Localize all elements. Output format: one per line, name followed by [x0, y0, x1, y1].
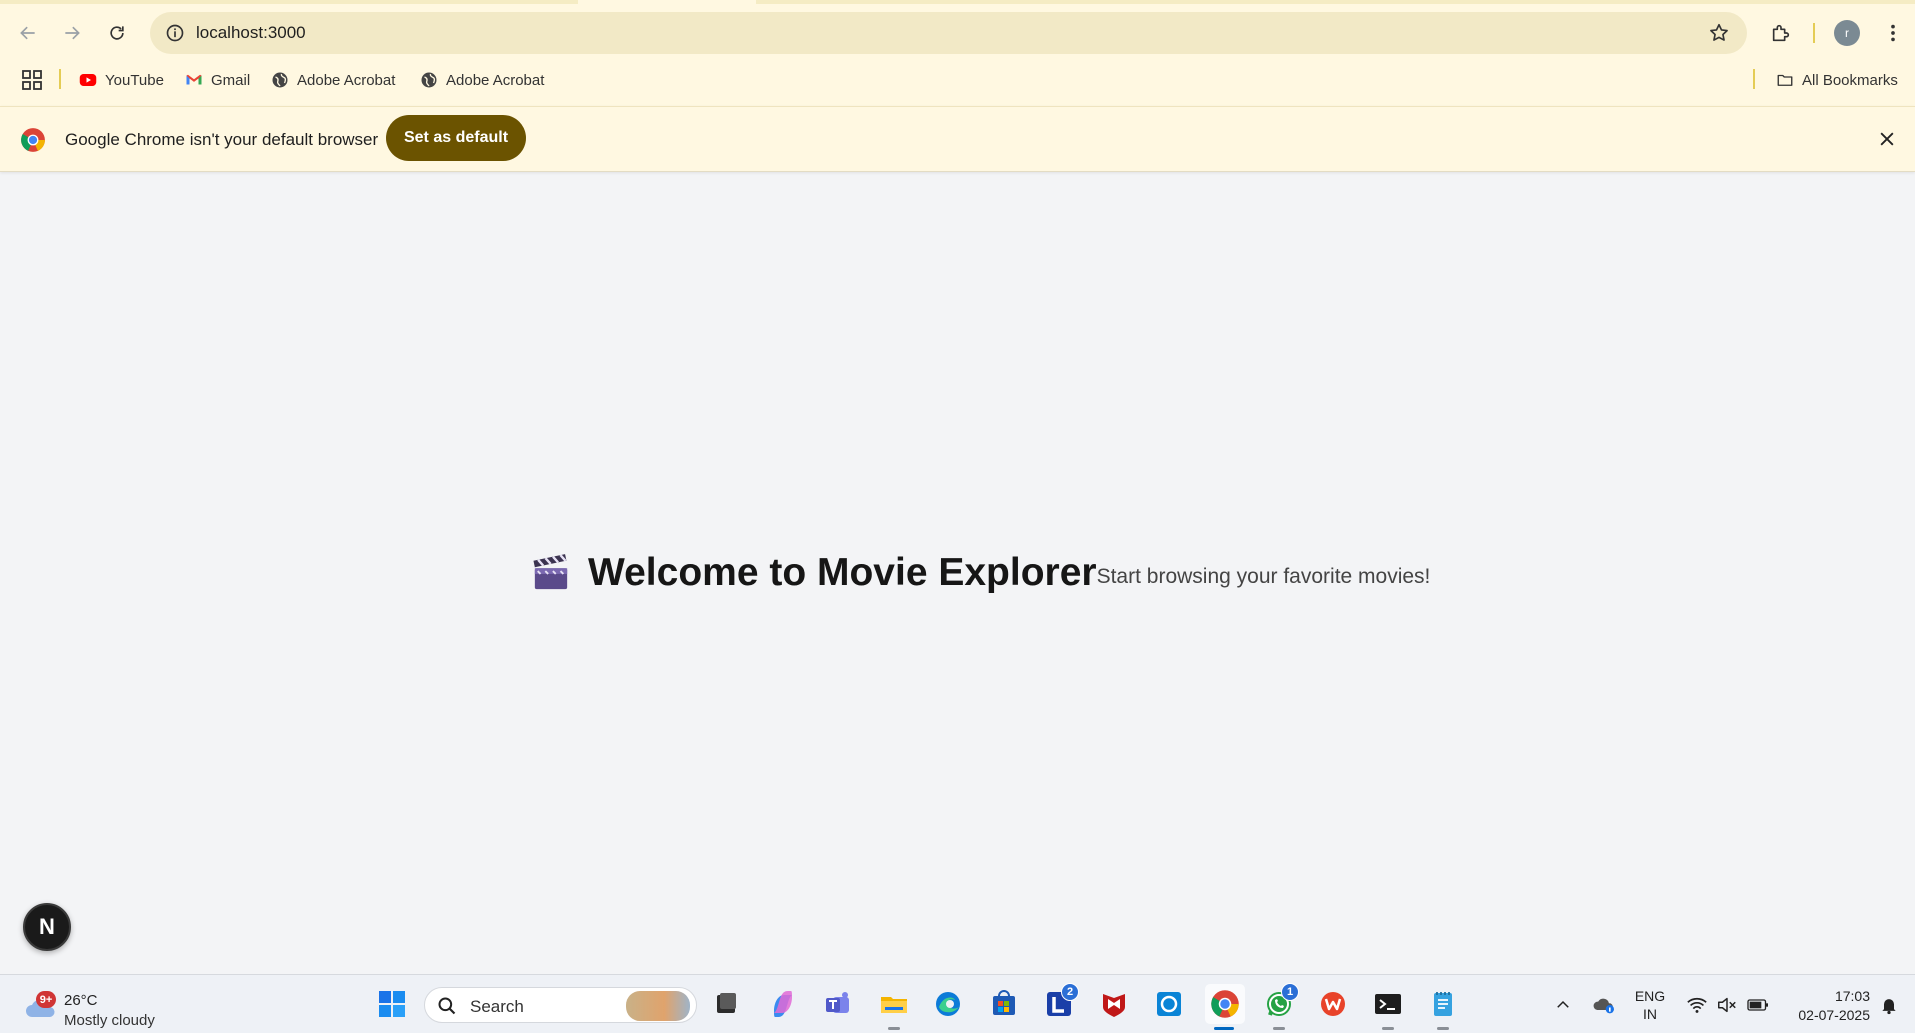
search-label: Search: [470, 997, 524, 1016]
file-explorer-icon[interactable]: [876, 986, 912, 1022]
globe-icon: [271, 71, 289, 89]
browser-chrome: localhost:3000 r YouTube Gmail Adobe Acr…: [0, 0, 1915, 106]
reload-icon: [110, 26, 124, 40]
chrome-logo-icon: [20, 127, 46, 153]
gmail-icon: [185, 71, 203, 89]
all-bookmarks-button[interactable]: All Bookmarks: [1776, 68, 1898, 92]
page-subtitle: Start browsing your favorite movies!: [1096, 565, 1431, 588]
bookmark-gmail[interactable]: Gmail: [185, 68, 250, 92]
weather-temp: 26°C: [64, 992, 98, 1009]
battery-icon[interactable]: [1744, 975, 1772, 1033]
wifi-icon[interactable]: [1684, 975, 1710, 1033]
store-icon[interactable]: [986, 986, 1022, 1022]
notification-count: 1: [1281, 983, 1299, 1001]
windows-taskbar: 9+ 26°C Mostly cloudy Search 2 1 ENG IN …: [0, 974, 1915, 1033]
bookmark-label: Adobe Acrobat: [297, 71, 396, 89]
youtube-icon: [79, 71, 97, 89]
bookmarks-bar: YouTube Gmail Adobe Acrobat Adobe Acroba…: [0, 64, 1915, 94]
bookmark-adobe-acrobat-1[interactable]: Adobe Acrobat: [271, 68, 395, 92]
notepad-icon[interactable]: [1425, 986, 1461, 1022]
copilot-icon[interactable]: [765, 986, 801, 1022]
running-indicator: [1382, 1027, 1394, 1030]
default-browser-infobar: Google Chrome isn't your default browser…: [0, 106, 1915, 172]
weather-condition: Mostly cloudy: [64, 1012, 155, 1029]
active-tab[interactable]: [578, 0, 756, 4]
arrow-left-icon: [20, 26, 35, 40]
back-button[interactable]: [9, 14, 47, 52]
taskbar-search[interactable]: Search: [424, 987, 697, 1023]
region-code: IN: [1643, 1006, 1657, 1022]
clock-date: 02-07-2025: [1798, 1007, 1870, 1023]
clock-time: 17:03: [1834, 988, 1870, 1004]
globe-icon: [420, 71, 438, 89]
bookmarks-divider: [59, 69, 61, 89]
running-indicator: [1437, 1027, 1449, 1030]
bookmarks-divider: [1753, 69, 1755, 89]
profile-avatar[interactable]: r: [1834, 20, 1860, 46]
set-as-default-button[interactable]: Set as default: [386, 115, 526, 161]
teams-icon[interactable]: [820, 986, 856, 1022]
bookmark-youtube[interactable]: YouTube: [79, 68, 164, 92]
kebab-menu-icon[interactable]: [1878, 14, 1908, 52]
task-view-icon[interactable]: [708, 986, 744, 1022]
wps-office-icon[interactable]: [1315, 986, 1351, 1022]
site-info-icon[interactable]: [160, 18, 190, 48]
hero-section: Welcome to Movie Explorer Start browsing…: [532, 548, 1430, 598]
weather-badge: 9+: [36, 991, 56, 1008]
tab-strip: [0, 0, 1915, 4]
active-window-indicator: [1214, 1027, 1234, 1030]
arrow-right-icon: [65, 26, 80, 40]
nextjs-dev-indicator[interactable]: N: [23, 903, 71, 951]
running-indicator: [1273, 1027, 1285, 1030]
address-bar[interactable]: localhost:3000: [150, 12, 1747, 54]
bookmark-label: Gmail: [211, 71, 251, 89]
blue-square-app-icon[interactable]: [1151, 986, 1187, 1022]
folder-icon: [1776, 71, 1794, 89]
mcafee-icon[interactable]: [1096, 986, 1132, 1022]
weather-widget[interactable]: 9+ 26°C Mostly cloudy: [22, 983, 182, 1029]
edge-icon[interactable]: [930, 986, 966, 1022]
onedrive-icon[interactable]: [1590, 975, 1618, 1033]
clapperboard-icon: [533, 554, 568, 590]
notification-bell-icon[interactable]: [1876, 975, 1902, 1033]
page-title: Welcome to Movie Explorer: [588, 551, 1097, 594]
running-indicator: [888, 1027, 900, 1030]
bookmark-label: YouTube: [105, 71, 164, 89]
reload-button[interactable]: [98, 14, 136, 52]
all-bookmarks-label: All Bookmarks: [1802, 71, 1898, 89]
toolbar-divider: [1813, 23, 1815, 43]
system-clock[interactable]: 17:03 02-07-2025: [1780, 987, 1870, 1025]
close-icon[interactable]: [1875, 127, 1899, 151]
notification-count: 2: [1061, 983, 1079, 1001]
extensions-puzzle-icon[interactable]: [1762, 14, 1800, 52]
infobar-message: Google Chrome isn't your default browser: [65, 130, 379, 149]
language-indicator[interactable]: ENG IN: [1630, 987, 1670, 1023]
apps-grid-icon[interactable]: [20, 68, 44, 92]
start-icon[interactable]: [374, 986, 410, 1022]
url-text[interactable]: localhost:3000: [196, 23, 306, 43]
search-icon: [438, 997, 456, 1015]
chevron-up-icon[interactable]: [1551, 975, 1575, 1033]
volume-muted-icon[interactable]: [1714, 975, 1740, 1033]
language-code: ENG: [1634, 988, 1666, 1004]
bookmark-star-icon[interactable]: [1707, 21, 1731, 45]
forward-button[interactable]: [53, 14, 91, 52]
bookmark-label: Adobe Acrobat: [446, 71, 545, 89]
browser-toolbar: localhost:3000 r: [0, 12, 1915, 54]
search-highlight-illustration: [626, 991, 690, 1021]
chrome-icon[interactable]: [1205, 984, 1245, 1024]
bookmark-adobe-acrobat-2[interactable]: Adobe Acrobat: [420, 68, 544, 92]
terminal-icon[interactable]: [1370, 986, 1406, 1022]
